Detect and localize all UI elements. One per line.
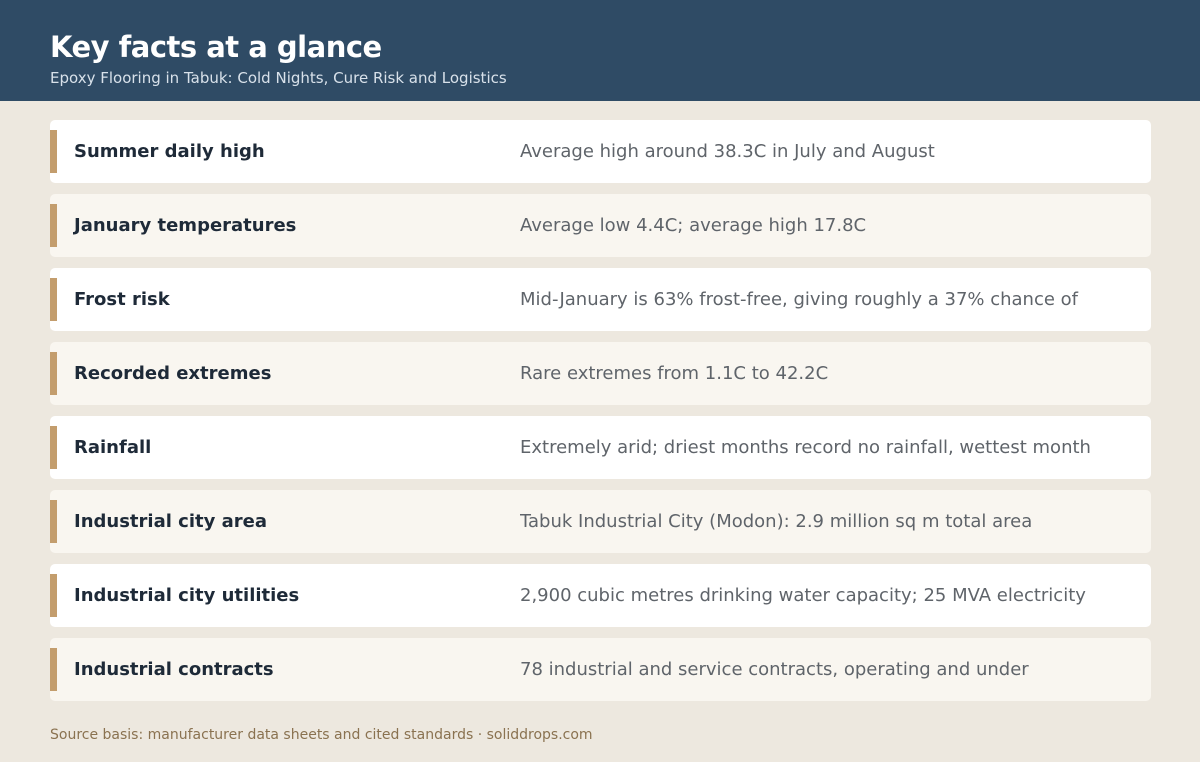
- fact-value: 2,900 cubic metres drinking water capaci…: [520, 585, 1086, 606]
- page-title: Key facts at a glance: [50, 30, 382, 64]
- fact-row-industrial-contracts: Industrial contracts 78 industrial and s…: [50, 638, 1151, 701]
- fact-row-frost-risk: Frost risk Mid-January is 63% frost-free…: [50, 268, 1151, 331]
- fact-row-rainfall: Rainfall Extremely arid; driest months r…: [50, 416, 1151, 479]
- row-accent-bar: [50, 278, 57, 321]
- fact-value: Average high around 38.3C in July and Au…: [520, 141, 935, 162]
- row-accent-bar: [50, 204, 57, 247]
- row-accent-bar: [50, 574, 57, 617]
- fact-label: Summer daily high: [74, 141, 265, 162]
- header-banner: Key facts at a glance Epoxy Flooring in …: [0, 0, 1200, 101]
- row-accent-bar: [50, 352, 57, 395]
- fact-value: Extremely arid; driest months record no …: [520, 437, 1091, 458]
- fact-value: Average low 4.4C; average high 17.8C: [520, 215, 867, 236]
- row-accent-bar: [50, 648, 57, 691]
- fact-label: Industrial city area: [74, 511, 267, 532]
- fact-label: Industrial contracts: [74, 659, 274, 680]
- fact-row-industrial-city-utilities: Industrial city utilities 2,900 cubic me…: [50, 564, 1151, 627]
- fact-value: Tabuk Industrial City (Modon): 2.9 milli…: [520, 511, 1033, 532]
- fact-value: Mid-January is 63% frost-free, giving ro…: [520, 289, 1078, 310]
- row-accent-bar: [50, 500, 57, 543]
- fact-row-january-temperatures: January temperatures Average low 4.4C; a…: [50, 194, 1151, 257]
- fact-label: January temperatures: [74, 215, 297, 236]
- row-accent-bar: [50, 130, 57, 173]
- fact-row-summer-daily-high: Summer daily high Average high around 38…: [50, 120, 1151, 183]
- fact-value: 78 industrial and service contracts, ope…: [520, 659, 1029, 680]
- fact-row-recorded-extremes: Recorded extremes Rare extremes from 1.1…: [50, 342, 1151, 405]
- source-footer: Source basis: manufacturer data sheets a…: [50, 727, 593, 743]
- facts-list: Summer daily high Average high around 38…: [50, 120, 1151, 712]
- page-subtitle: Epoxy Flooring in Tabuk: Cold Nights, Cu…: [50, 69, 507, 87]
- fact-label: Rainfall: [74, 437, 152, 458]
- fact-label: Industrial city utilities: [74, 585, 300, 606]
- fact-value: Rare extremes from 1.1C to 42.2C: [520, 363, 829, 384]
- row-accent-bar: [50, 426, 57, 469]
- fact-label: Frost risk: [74, 289, 170, 310]
- fact-label: Recorded extremes: [74, 363, 272, 384]
- fact-row-industrial-city-area: Industrial city area Tabuk Industrial Ci…: [50, 490, 1151, 553]
